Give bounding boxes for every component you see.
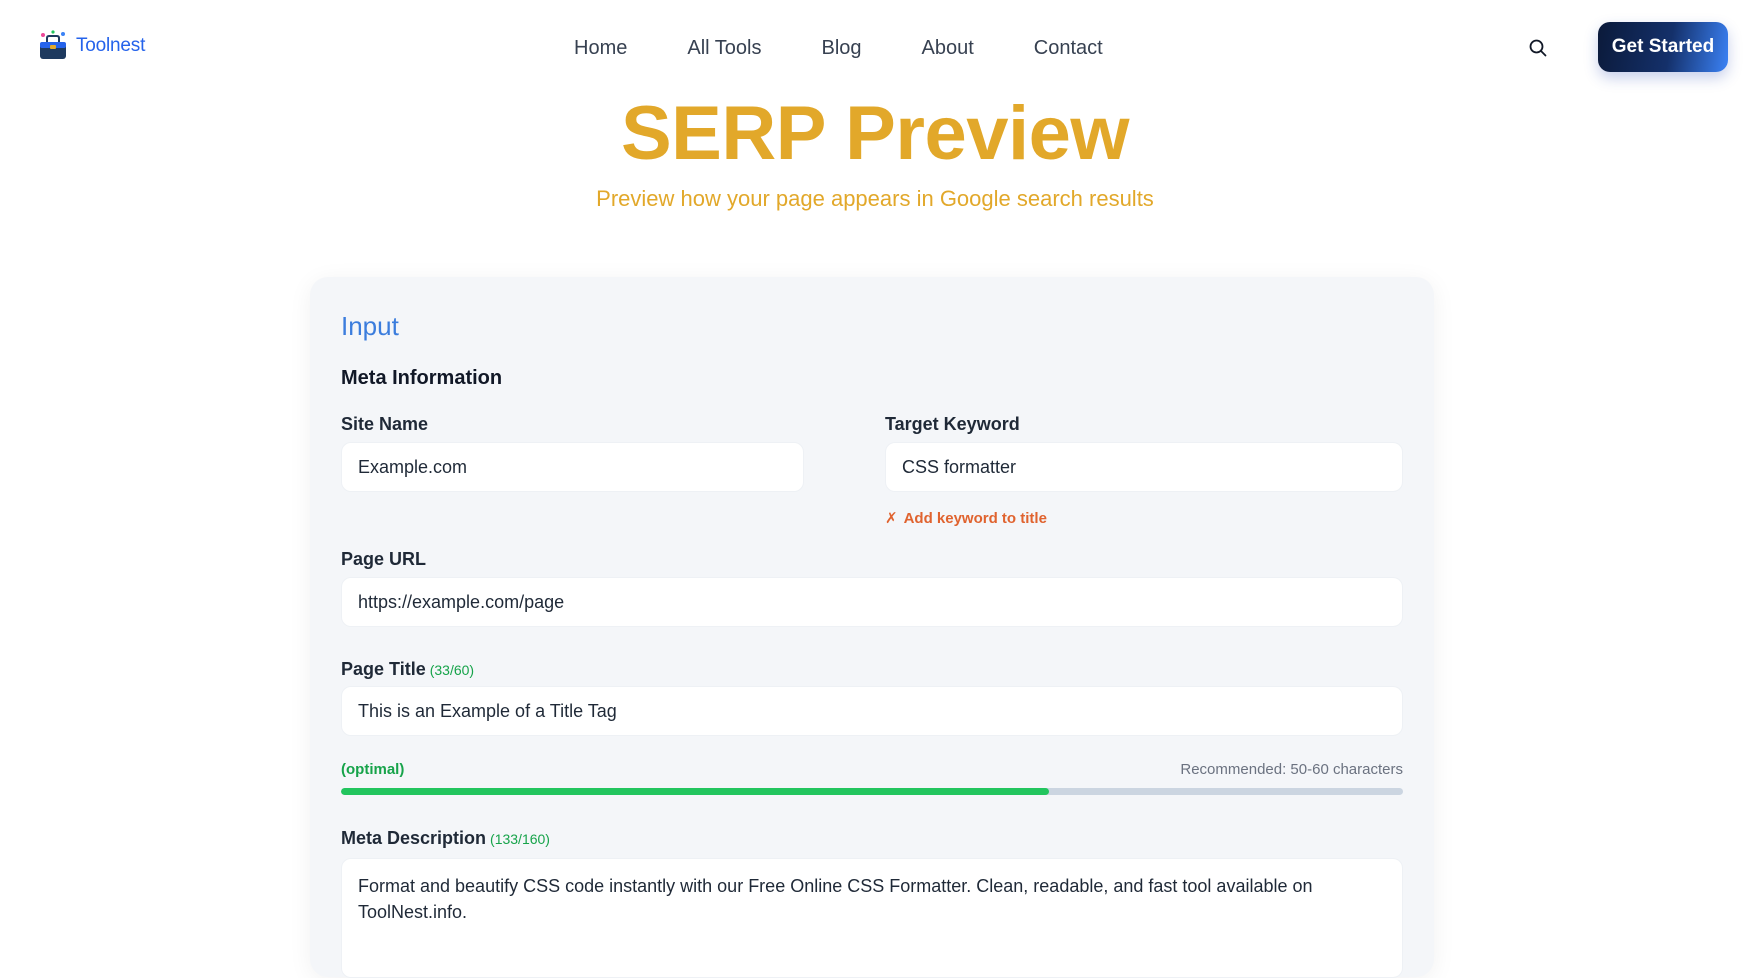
page-title-char-count: (33/60) [429, 662, 475, 678]
target-keyword-label: Target Keyword [885, 414, 1020, 434]
brand-name: Toolnest [76, 35, 146, 56]
meta-information-heading: Meta Information [341, 367, 503, 389]
page-url-input[interactable]: https://example.com/page [341, 577, 1403, 627]
nav-contact[interactable]: Contact [1034, 34, 1103, 62]
nav-blog[interactable]: Blog [821, 34, 861, 62]
page-title: SERP Preview [620, 91, 1130, 176]
page-url-label: Page URL [341, 549, 427, 569]
keyword-warning-text: Add keyword to title [903, 509, 1047, 527]
title-length-progress-fill [341, 788, 1050, 795]
nav-home[interactable]: Home [574, 34, 627, 62]
title-status: (optimal) [341, 761, 405, 778]
meta-description-textarea[interactable]: Format and beautify CSS code instantly w… [341, 858, 1403, 978]
page-subtitle: Preview how your page appears in Google … [596, 186, 1154, 211]
site-name-label: Site Name [341, 414, 429, 434]
logo[interactable]: Toolnest [36, 28, 145, 64]
page-title-label-text: Page Title [341, 659, 426, 679]
main-nav: Home All Tools Blog About Contact [574, 34, 1103, 62]
meta-description-label: Meta Description (133/160) [341, 826, 550, 851]
site-header: Toolnest Home All Tools Blog About Conta… [0, 0, 1750, 96]
nav-all-tools[interactable]: All Tools [687, 34, 761, 62]
page-title-input[interactable]: This is an Example of a Title Tag [341, 686, 1403, 736]
title-recommendation: Recommended: 50-60 characters [1180, 761, 1403, 778]
page-title-label: Page Title (33/60) [341, 657, 474, 682]
toolbox-logo-icon [40, 30, 66, 59]
search-button[interactable] [1524, 34, 1552, 62]
site-name-input[interactable]: Example.com [341, 442, 804, 492]
meta-description-char-count: (133/160) [490, 831, 550, 847]
meta-description-label-text: Meta Description [341, 828, 487, 848]
title-length-progress [341, 788, 1403, 795]
input-card: Input Meta Information Site Name Example… [310, 277, 1434, 978]
nav-about[interactable]: About [922, 34, 974, 62]
keyword-warning: ✗ Add keyword to title [885, 509, 1047, 528]
input-card-title: Input [341, 311, 399, 341]
warning-x-icon: ✗ [885, 510, 898, 527]
search-icon [1529, 39, 1547, 57]
target-keyword-input[interactable]: CSS formatter [885, 442, 1403, 492]
get-started-button[interactable]: Get Started [1598, 22, 1728, 72]
